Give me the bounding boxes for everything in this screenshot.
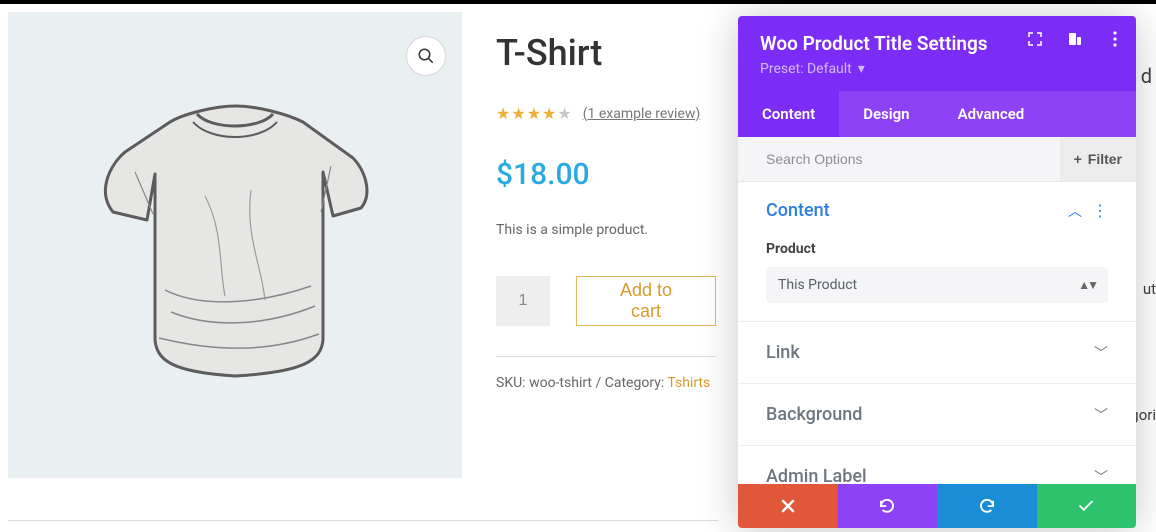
bg-text: ut bbox=[1143, 280, 1156, 298]
panel-body: Content ︿ ⋮ Product This Product ▲▼ Link… bbox=[738, 182, 1136, 484]
sku-label: SKU: bbox=[496, 375, 526, 391]
product-select-value: This Product bbox=[778, 277, 857, 293]
product-tabs-strip bbox=[8, 520, 718, 532]
add-to-cart-button[interactable]: Add to cart bbox=[576, 276, 716, 326]
save-button[interactable] bbox=[1037, 484, 1137, 528]
filter-button[interactable]: + Filter bbox=[1060, 137, 1136, 181]
tab-content[interactable]: Content bbox=[738, 91, 839, 137]
section-kebab-icon[interactable]: ⋮ bbox=[1092, 201, 1108, 220]
caret-down-icon: ▾ bbox=[858, 61, 865, 77]
responsive-icon[interactable] bbox=[1066, 30, 1084, 48]
chevron-down-icon: ﹀ bbox=[1094, 467, 1108, 485]
tab-design[interactable]: Design bbox=[839, 91, 933, 137]
tab-advanced[interactable]: Advanced bbox=[934, 91, 1049, 137]
product-field-label: Product bbox=[766, 241, 1108, 257]
section-header-link[interactable]: Link ﹀ bbox=[766, 342, 1108, 363]
section-link: Link ﹀ bbox=[738, 322, 1136, 384]
select-caret-icon: ▲▼ bbox=[1078, 278, 1096, 292]
section-admin-label: Admin Label ﹀ bbox=[738, 446, 1136, 484]
expand-icon[interactable] bbox=[1026, 30, 1044, 48]
category-link[interactable]: Tshirts bbox=[667, 375, 710, 391]
section-content: Content ︿ ⋮ Product This Product ▲▼ bbox=[738, 182, 1136, 322]
cancel-button[interactable] bbox=[738, 484, 838, 528]
category-label: Category: bbox=[605, 375, 664, 391]
check-icon bbox=[1077, 497, 1095, 515]
preset-selector[interactable]: Preset: Default ▾ bbox=[760, 61, 1118, 77]
divider bbox=[496, 356, 716, 357]
chevron-up-icon: ︿ bbox=[1068, 201, 1082, 221]
tshirt-illustration bbox=[75, 80, 395, 410]
redo-button[interactable] bbox=[937, 484, 1037, 528]
search-options-input[interactable] bbox=[738, 137, 1060, 181]
rating-row: ★★★★★ (1 example review) bbox=[496, 104, 716, 123]
panel-actions bbox=[738, 484, 1136, 528]
review-link[interactable]: (1 example review) bbox=[583, 106, 701, 122]
product-title: T-Shirt bbox=[496, 32, 716, 74]
quantity-input[interactable] bbox=[496, 276, 550, 326]
panel-header: Woo Product Title Settings Preset: Defau… bbox=[738, 16, 1136, 91]
section-title: Content bbox=[766, 200, 830, 221]
section-background: Background ﹀ bbox=[738, 384, 1136, 446]
sku-value: woo-tshirt bbox=[529, 375, 592, 391]
section-header-content[interactable]: Content ︿ ⋮ bbox=[766, 200, 1108, 221]
redo-icon bbox=[978, 497, 996, 515]
filter-label: Filter bbox=[1088, 151, 1122, 167]
close-icon bbox=[781, 499, 795, 513]
chevron-down-icon: ﹀ bbox=[1094, 343, 1108, 363]
zoom-button[interactable] bbox=[406, 36, 446, 76]
product-image[interactable] bbox=[8, 12, 462, 478]
section-title: Background bbox=[766, 404, 862, 425]
chevron-down-icon: ﹀ bbox=[1094, 405, 1108, 425]
section-title: Admin Label bbox=[766, 466, 867, 484]
product-select[interactable]: This Product ▲▼ bbox=[766, 267, 1108, 303]
bg-text: d bbox=[1141, 64, 1152, 88]
settings-panel: Woo Product Title Settings Preset: Defau… bbox=[738, 16, 1136, 528]
product-description: This is a simple product. bbox=[496, 222, 716, 238]
product-info: T-Shirt ★★★★★ (1 example review) $18.00 … bbox=[496, 32, 716, 391]
panel-tabs: Content Design Advanced bbox=[738, 91, 1136, 137]
rating-stars: ★★★★★ bbox=[496, 104, 573, 123]
search-row: + Filter bbox=[738, 137, 1136, 182]
plus-icon: + bbox=[1074, 151, 1082, 167]
section-title: Link bbox=[766, 342, 800, 363]
undo-button[interactable] bbox=[838, 484, 938, 528]
undo-icon bbox=[878, 497, 896, 515]
product-meta: SKU: woo-tshirt / Category: Tshirts bbox=[496, 375, 716, 391]
search-icon bbox=[417, 47, 435, 65]
section-header-admin-label[interactable]: Admin Label ﹀ bbox=[766, 466, 1108, 484]
preset-label: Preset: Default bbox=[760, 61, 852, 77]
product-price: $18.00 bbox=[496, 157, 716, 192]
section-header-background[interactable]: Background ﹀ bbox=[766, 404, 1108, 425]
kebab-icon[interactable] bbox=[1106, 30, 1124, 48]
